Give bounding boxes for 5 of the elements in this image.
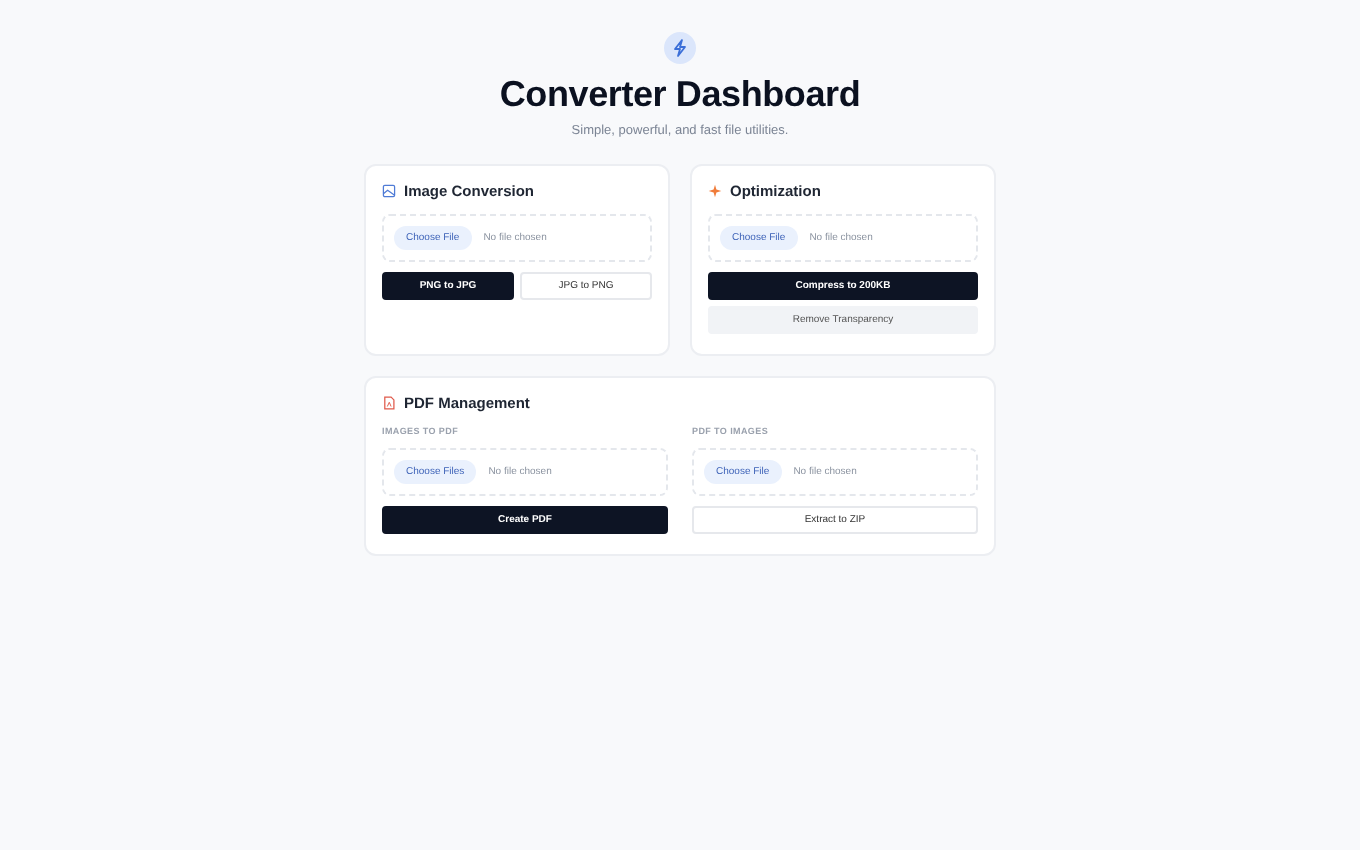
- document-icon: [382, 396, 396, 410]
- sparkle-icon: [708, 184, 722, 198]
- page-title: Converter Dashboard: [499, 74, 861, 116]
- lightning-icon: [664, 32, 696, 64]
- image-icon: [382, 184, 396, 198]
